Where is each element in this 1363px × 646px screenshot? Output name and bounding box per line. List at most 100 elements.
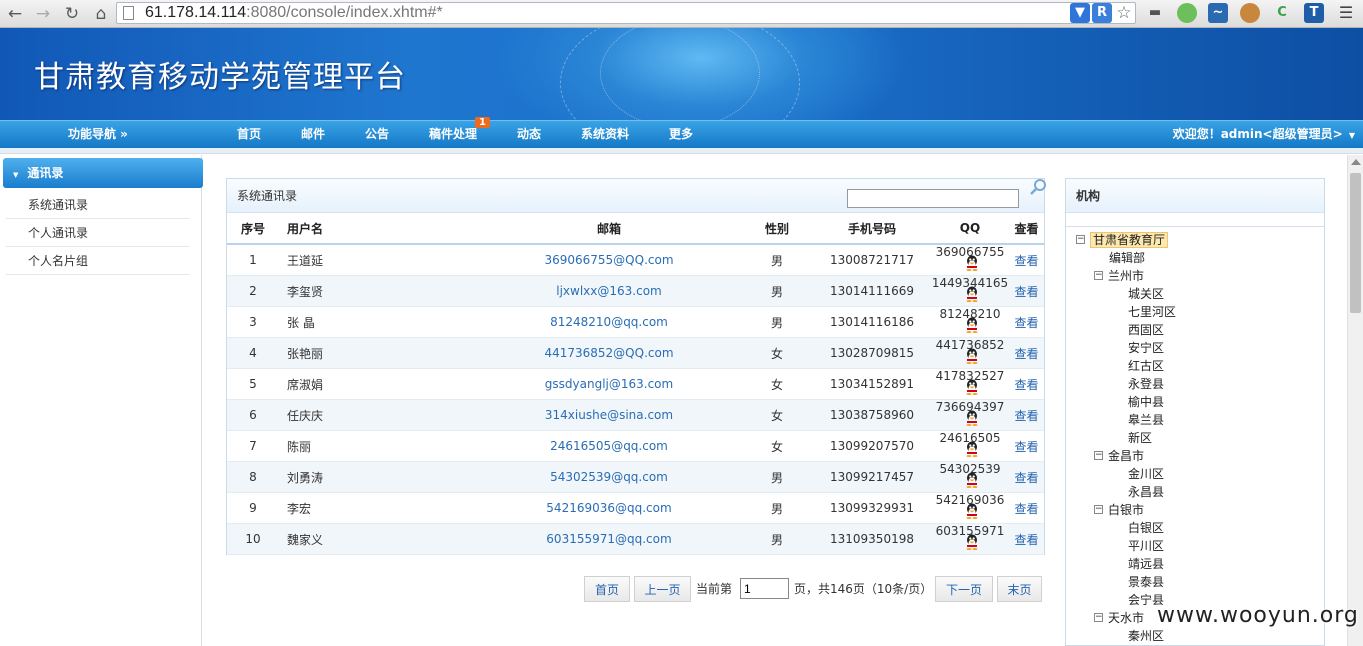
tree-node[interactable]: − 甘肃省教育厅	[1076, 231, 1169, 249]
qq-penguin-icon[interactable]	[965, 255, 979, 271]
tree-node[interactable]: 七里河区	[1128, 303, 1176, 321]
tree-node[interactable]: 白银区	[1128, 519, 1164, 537]
nav-more[interactable]: 更多	[669, 121, 693, 148]
status-icon[interactable]	[1177, 3, 1197, 23]
extension-icon[interactable]: R	[1092, 3, 1112, 23]
tree-node[interactable]: 秦州区	[1128, 627, 1164, 645]
tree-node[interactable]: 城关区	[1128, 285, 1164, 303]
cell-phone: 13034152891	[813, 368, 931, 400]
view-link[interactable]: 查看	[1009, 275, 1044, 307]
tree-node[interactable]: − 兰州市	[1094, 267, 1144, 285]
cell-email[interactable]: 24616505@qq.com	[477, 430, 741, 462]
tree-node[interactable]: 靖远县	[1128, 555, 1164, 573]
next-page-button[interactable]: 下一页	[935, 576, 993, 602]
cell-email[interactable]: 81248210@qq.com	[477, 306, 741, 338]
chart-ext-icon[interactable]: ~	[1208, 3, 1228, 23]
view-link[interactable]: 查看	[1009, 430, 1044, 462]
panel-header: 系统通讯录	[227, 178, 1047, 213]
nav-news[interactable]: 动态	[517, 121, 541, 148]
nav-notice[interactable]: 公告	[365, 121, 389, 148]
cell-email[interactable]: 542169036@qq.com	[477, 492, 741, 524]
sidebar-heading[interactable]: ▼ 通讯录	[3, 158, 203, 188]
sidebar-item-personal-contacts[interactable]: 个人通讯录	[6, 220, 189, 247]
collapse-icon[interactable]: −	[1094, 613, 1103, 622]
func-nav-toggle[interactable]: 功能导航 »	[68, 121, 128, 148]
cookie-icon[interactable]	[1240, 3, 1260, 23]
qq-penguin-icon[interactable]	[965, 286, 979, 302]
shield-icon[interactable]: ▼	[1070, 3, 1090, 23]
tree-node[interactable]: 编辑部	[1109, 249, 1145, 267]
star-icon[interactable]: ☆	[1114, 3, 1134, 23]
tree-node[interactable]: − 天水市	[1094, 609, 1144, 627]
tree-node[interactable]: − 金昌市	[1094, 447, 1144, 465]
cell-email[interactable]: 369066755@QQ.com	[477, 244, 741, 276]
qq-penguin-icon[interactable]	[965, 348, 979, 364]
page-number-input[interactable]	[740, 578, 789, 599]
menu-icon[interactable]: ☰	[1336, 3, 1356, 23]
nav-mail[interactable]: 邮件	[301, 121, 325, 148]
scroll-up-icon[interactable]	[1351, 159, 1361, 165]
current-page-label: 当前第	[696, 582, 733, 596]
qq-penguin-icon[interactable]	[965, 379, 979, 395]
cell-email[interactable]: gssdyanglj@163.com	[477, 368, 741, 400]
tree-node[interactable]: 永登县	[1128, 375, 1164, 393]
tree-node[interactable]: 金川区	[1128, 465, 1164, 483]
qq-penguin-icon[interactable]	[965, 534, 979, 550]
collapse-icon[interactable]: −	[1094, 451, 1103, 460]
sidebar-item-card-groups[interactable]: 个人名片组	[6, 248, 189, 275]
tree-node[interactable]: − 白银市	[1094, 501, 1144, 519]
qq-penguin-icon[interactable]	[965, 441, 979, 457]
first-page-button[interactable]: 首页	[584, 576, 630, 602]
view-link[interactable]: 查看	[1009, 461, 1044, 493]
nav-manuscript-label: 稿件处理	[429, 127, 478, 141]
tree-node[interactable]: 榆中县	[1128, 393, 1164, 411]
view-link[interactable]: 查看	[1009, 399, 1044, 431]
collapse-icon[interactable]: −	[1094, 505, 1103, 514]
cell-qq: 603155971	[931, 523, 1009, 555]
cell-email[interactable]: 441736852@QQ.com	[477, 337, 741, 369]
back-icon[interactable]: ←	[4, 3, 26, 25]
qq-penguin-icon[interactable]	[965, 503, 979, 519]
nav-system-data[interactable]: 系统资料	[581, 121, 629, 148]
tree-node[interactable]: 新区	[1128, 429, 1152, 447]
forward-icon[interactable]: →	[32, 3, 54, 25]
cell-email[interactable]: ljxwlxx@163.com	[477, 275, 741, 307]
tree-node[interactable]: 安宁区	[1128, 339, 1164, 357]
page-scrollbar[interactable]	[1347, 155, 1363, 646]
view-link[interactable]: 查看	[1009, 244, 1044, 276]
tree-node[interactable]: 红古区	[1128, 357, 1164, 375]
prev-page-button[interactable]: 上一页	[634, 576, 691, 602]
view-link[interactable]: 查看	[1009, 523, 1044, 555]
nav-manuscript[interactable]: 稿件处理 1	[429, 117, 490, 148]
tree-node[interactable]: 平川区	[1128, 537, 1164, 555]
tree-node[interactable]: 皋兰县	[1128, 411, 1164, 429]
tree-node[interactable]: 景泰县	[1128, 573, 1164, 591]
qq-penguin-icon[interactable]	[965, 472, 979, 488]
cell-email[interactable]: 314xiushe@sina.com	[477, 399, 741, 431]
scroll-thumb[interactable]	[1350, 173, 1361, 313]
tree-node[interactable]: 永昌县	[1128, 483, 1164, 501]
search-input[interactable]	[847, 189, 1019, 208]
download-icon[interactable]: ▬	[1145, 3, 1165, 23]
nav-home[interactable]: 首页	[237, 121, 261, 148]
collapse-icon[interactable]: −	[1076, 235, 1085, 244]
qq-penguin-icon[interactable]	[965, 410, 979, 426]
view-link[interactable]: 查看	[1009, 337, 1044, 369]
collapse-icon[interactable]: −	[1094, 271, 1103, 280]
cell-email[interactable]: 54302539@qq.com	[477, 461, 741, 493]
address-bar[interactable]: 61.178.14.114:8080/console/index.xhtm#*	[116, 2, 1136, 24]
user-menu[interactable]: 欢迎您！admin<超级管理员> ▼	[1173, 121, 1355, 149]
cell-email[interactable]: 603155971@qq.com	[477, 523, 741, 555]
reload-icon[interactable]: ↻	[61, 3, 83, 25]
qq-penguin-icon[interactable]	[965, 317, 979, 333]
search-icon[interactable]	[1029, 178, 1047, 196]
home-icon[interactable]: ⌂	[90, 3, 112, 25]
view-link[interactable]: 查看	[1009, 306, 1044, 338]
c-ext-icon[interactable]: C	[1272, 3, 1292, 23]
tree-node[interactable]: 西固区	[1128, 321, 1164, 339]
sidebar-item-system-contacts[interactable]: 系统通讯录	[6, 192, 189, 219]
last-page-button[interactable]: 末页	[997, 576, 1042, 602]
translate-icon[interactable]: T	[1304, 3, 1324, 23]
view-link[interactable]: 查看	[1009, 492, 1044, 524]
view-link[interactable]: 查看	[1009, 368, 1044, 400]
